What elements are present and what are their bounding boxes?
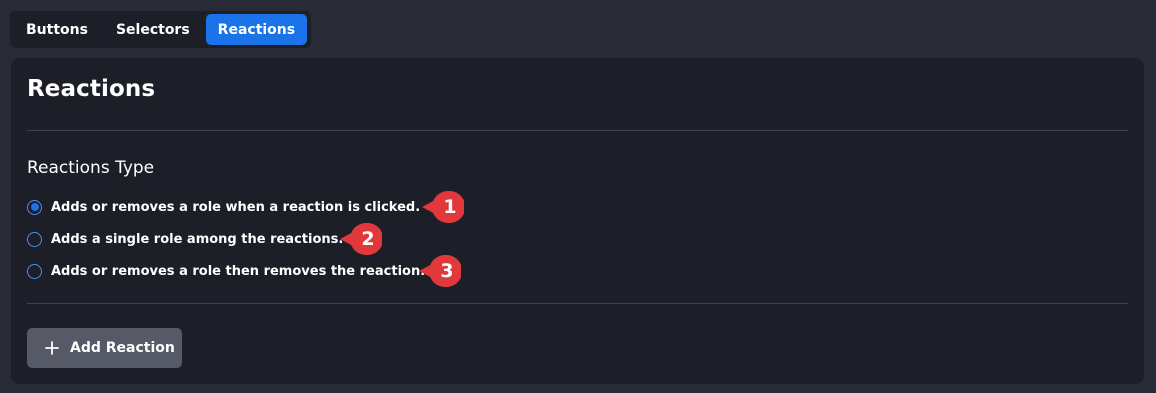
page: Buttons Selectors Reactions Reactions Re… [0, 0, 1156, 393]
callout-number: 2 [361, 228, 375, 250]
tab-reactions[interactable]: Reactions [205, 14, 308, 45]
callout-badge-2: 2 [340, 222, 382, 256]
radio-option-toggle-role[interactable]: Adds or removes a role when a reaction i… [27, 197, 420, 217]
tab-bar: Buttons Selectors Reactions [10, 11, 312, 48]
divider [27, 130, 1128, 131]
radio-button[interactable] [27, 199, 42, 215]
radio-option-remove-reaction[interactable]: Adds or removes a role then removes the … [27, 261, 425, 281]
radio-option-single-role[interactable]: Adds a single role among the reactions. [27, 229, 343, 249]
callout-badge-3: 3 [419, 254, 461, 288]
radio-option-label: Adds or removes a role when a reaction i… [51, 199, 421, 215]
card-title: Reactions [27, 76, 156, 102]
add-reaction-label: Add Reaction [70, 340, 175, 356]
radio-button[interactable] [27, 231, 42, 247]
reactions-type-label: Reactions Type [27, 158, 155, 178]
plus-icon [45, 341, 59, 355]
radio-button[interactable] [27, 263, 42, 279]
radio-option-label: Adds a single role among the reactions. [51, 231, 344, 247]
callout-badge-1: 1 [422, 190, 464, 224]
callout-number: 3 [440, 260, 454, 282]
callout-number: 1 [443, 196, 457, 218]
radio-selected-dot [30, 203, 39, 211]
divider [27, 303, 1128, 304]
tab-buttons[interactable]: Buttons [14, 14, 100, 45]
reactions-card: Reactions Reactions Type Adds or removes… [11, 58, 1144, 384]
radio-option-label: Adds or removes a role then removes the … [51, 263, 426, 279]
tab-selectors[interactable]: Selectors [104, 14, 202, 45]
add-reaction-button[interactable]: Add Reaction [27, 328, 182, 368]
